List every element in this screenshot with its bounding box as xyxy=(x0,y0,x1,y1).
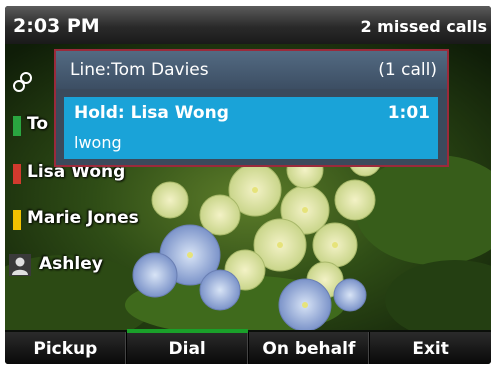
line-key-5[interactable]: Ashley xyxy=(5,248,205,284)
clock-time: 2:03 PM xyxy=(13,15,100,37)
softkey-label: Pickup xyxy=(33,339,98,359)
softkey-label: Exit xyxy=(412,339,449,359)
call-list-popup: Line:Tom Davies (1 call) Hold: Lisa Wong… xyxy=(54,49,449,167)
caller-username: lwong xyxy=(74,133,122,152)
call-count: (1 call) xyxy=(378,60,437,80)
contact-card-icon xyxy=(13,72,32,92)
line-status-indicator xyxy=(13,116,21,136)
softkey-label: Dial xyxy=(168,339,206,359)
line-name: Line:Tom Davies xyxy=(70,60,209,80)
active-softkey-indicator xyxy=(126,329,248,333)
on-behalf-softkey[interactable]: On behalf xyxy=(249,332,371,364)
pickup-softkey[interactable]: Pickup xyxy=(5,332,127,364)
line-key-label: To xyxy=(27,114,49,134)
softkey-bar: Pickup Dial On behalf Exit xyxy=(5,329,491,364)
call-state-label: Hold: Lisa Wong xyxy=(74,103,229,123)
line-key-label: Ashley xyxy=(39,254,103,274)
popup-header: Line:Tom Davies (1 call) xyxy=(56,51,447,89)
line-key-4[interactable]: Marie Jones xyxy=(5,202,205,238)
exit-softkey[interactable]: Exit xyxy=(370,332,491,364)
line-status-indicator xyxy=(13,164,21,184)
missed-calls-indicator[interactable]: 2 missed calls xyxy=(360,17,487,36)
line-key-label: Marie Jones xyxy=(27,208,139,228)
held-call-item[interactable]: Hold: Lisa Wong 1:01 lwong xyxy=(64,97,438,159)
phone-screen: 2:03 PM 2 missed calls To Lisa Wong Mari… xyxy=(5,6,491,364)
softkey-label: On behalf xyxy=(262,339,356,359)
line-status-indicator xyxy=(13,210,21,230)
call-timer: 1:01 xyxy=(387,103,430,123)
dial-softkey[interactable]: Dial xyxy=(126,329,249,364)
status-bar: 2:03 PM 2 missed calls xyxy=(5,6,491,44)
person-icon xyxy=(9,254,31,276)
